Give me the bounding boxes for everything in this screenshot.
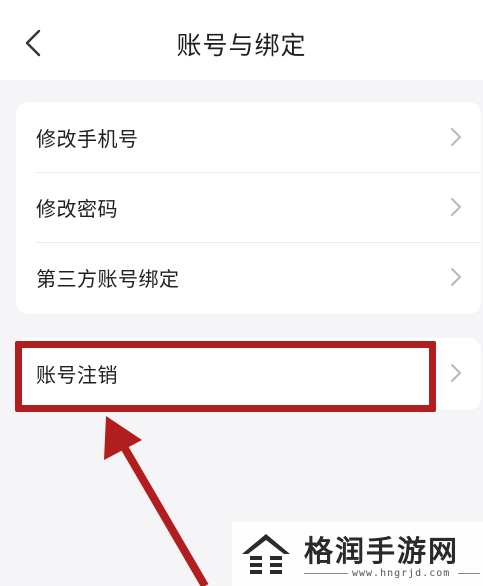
page-title: 账号与绑定 [176,31,307,60]
account-binding-screen: 账号与绑定 修改手机号 修改密码 第三方账号绑定 账号注销 格润手游网 www.… [0,0,483,586]
site-watermark: 格润手游网 www.hngrjd.com [232,522,483,586]
watermark-rule-left [304,573,348,574]
settings-group-cancel: 账号注销 [16,338,481,410]
menu-item-change-phone[interactable]: 修改手机号 [16,102,481,172]
menu-item-account-cancellation[interactable]: 账号注销 [16,338,481,408]
menu-item-change-password[interactable]: 修改密码 [16,172,481,242]
chevron-right-icon [451,128,461,146]
watermark-url: www.hngrjd.com [352,568,451,579]
chevron-right-icon [451,364,461,382]
menu-item-label: 修改手机号 [36,126,139,151]
house-logo-icon [242,534,290,574]
top-nav-bar: 账号与绑定 [0,0,483,80]
chevron-right-icon [451,198,461,216]
watermark-rule-right [458,573,480,574]
settings-group-account: 修改手机号 修改密码 第三方账号绑定 [16,102,481,314]
menu-item-third-party-binding[interactable]: 第三方账号绑定 [16,242,481,312]
menu-item-label: 修改密码 [36,196,118,221]
menu-item-label: 第三方账号绑定 [36,266,180,291]
watermark-text: 格润手游网 [304,534,460,568]
menu-item-label: 账号注销 [36,362,118,387]
chevron-right-icon [451,268,461,286]
